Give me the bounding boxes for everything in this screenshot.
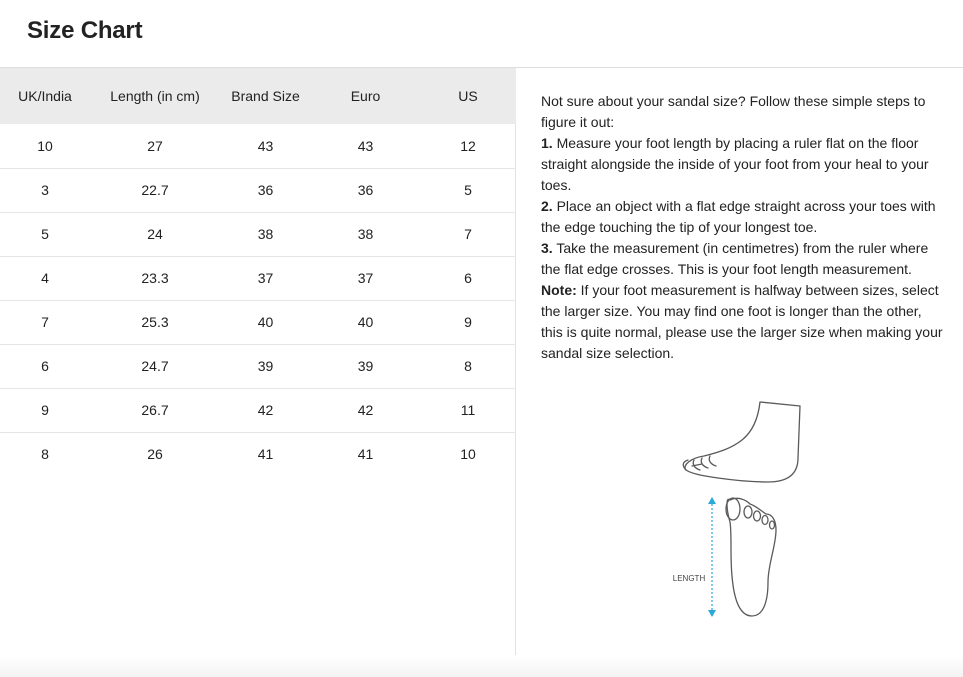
cell-euro: 36: [357, 182, 374, 198]
length-measure-line: [708, 497, 716, 617]
column-header-uk-india: UK/India: [18, 88, 72, 104]
cell-uk-india: 10: [37, 137, 53, 154]
cell-uk-india: 6: [41, 358, 49, 374]
page-title: Size Chart: [27, 17, 143, 44]
table-row: 8 26 41 41 10: [0, 432, 516, 476]
table-header-row: UK/India Length (in cm) Brand Size Euro …: [0, 68, 516, 124]
cell-uk-india: 8: [41, 446, 49, 463]
table-row: 5 24 38 38 7: [0, 212, 516, 256]
cell-length: 24: [147, 226, 163, 242]
column-header-length: Length (in cm): [110, 88, 200, 104]
guide-intro: Not sure about your sandal size? Follow …: [541, 93, 926, 130]
step-number: 2.: [541, 198, 553, 214]
cell-us: 7: [464, 226, 472, 242]
cell-length: 27: [147, 137, 163, 154]
cell-euro: 40: [357, 314, 374, 330]
cell-euro: 38: [357, 226, 374, 242]
cell-euro: 37: [357, 270, 374, 286]
cell-uk-india: 4: [41, 270, 49, 286]
table-row: 3 22.7 36 36 5: [0, 168, 516, 212]
cell-euro: 42: [357, 402, 374, 418]
cell-uk-india: 9: [41, 402, 49, 418]
note-label: Note:: [541, 282, 577, 298]
column-header-euro: Euro: [350, 88, 381, 104]
cell-brand-size: 41: [257, 446, 274, 463]
cell-us: 12: [460, 137, 476, 154]
cell-uk-india: 7: [41, 314, 49, 330]
foot-side-view-icon: [682, 401, 801, 483]
cell-length: 26.7: [141, 402, 169, 418]
cell-brand-size: 40: [257, 314, 274, 330]
table-row: 9 26.7 42 42 11: [0, 388, 516, 432]
cell-length: 23.3: [141, 270, 169, 286]
cell-us: 8: [464, 358, 472, 374]
note-text: If your foot measurement is halfway betw…: [541, 282, 943, 361]
cell-length: 22.7: [141, 182, 169, 198]
step-text: Take the measurement (in centimetres) fr…: [541, 240, 929, 277]
cell-brand-size: 37: [257, 270, 274, 286]
step-number: 3.: [541, 240, 553, 256]
column-header-us: US: [458, 88, 478, 104]
foot-sole-icon: [725, 497, 777, 617]
cell-length: 26: [147, 446, 163, 463]
cell-uk-india: 3: [41, 182, 49, 198]
cell-euro: 43: [357, 137, 374, 154]
cell-us: 6: [464, 270, 472, 286]
cell-euro: 41: [357, 446, 374, 463]
size-table: UK/India Length (in cm) Brand Size Euro …: [0, 68, 516, 476]
size-table-panel: UK/India Length (in cm) Brand Size Euro …: [0, 68, 516, 677]
cell-brand-size: 36: [257, 182, 274, 198]
cell-brand-size: 38: [257, 226, 274, 242]
guide-step-3: 3. Take the measurement (in centimetres)…: [541, 238, 946, 280]
cell-brand-size: 42: [257, 402, 274, 418]
column-header-brand-size: Brand Size: [231, 88, 300, 104]
cell-euro: 39: [357, 358, 374, 374]
cell-length: 24.7: [141, 358, 169, 374]
cell-uk-india: 5: [41, 226, 49, 242]
cell-length: 25.3: [141, 314, 169, 330]
table-row: 6 24.7 39 39 8: [0, 344, 516, 388]
length-label: LENGTH: [673, 574, 706, 583]
cell-us: 9: [464, 314, 472, 330]
cell-brand-size: 39: [257, 358, 274, 374]
step-number: 1.: [541, 135, 553, 151]
step-text: Place an object with a flat edge straigh…: [541, 198, 936, 235]
guide-step-2: 2. Place an object with a flat edge stra…: [541, 196, 946, 238]
size-chart-header: Size Chart: [0, 0, 963, 68]
guide-step-1: 1. Measure your foot length by placing a…: [541, 133, 946, 196]
cell-us: 10: [460, 446, 476, 463]
step-text: Measure your foot length by placing a ru…: [541, 135, 929, 193]
cell-brand-size: 43: [257, 137, 274, 154]
table-row: 7 25.3 40 40 9: [0, 300, 516, 344]
foot-measurement-illustration: LENGTH: [673, 401, 801, 617]
table-row: 10 27 43 43 12: [0, 124, 516, 168]
cell-us: 11: [460, 402, 476, 418]
cell-us: 5: [464, 182, 472, 198]
table-row: 4 23.3 37 37 6: [0, 256, 516, 300]
measurement-guide: Not sure about your sandal size? Follow …: [541, 91, 946, 364]
guide-note: Note: If your foot measurement is halfwa…: [541, 280, 946, 364]
